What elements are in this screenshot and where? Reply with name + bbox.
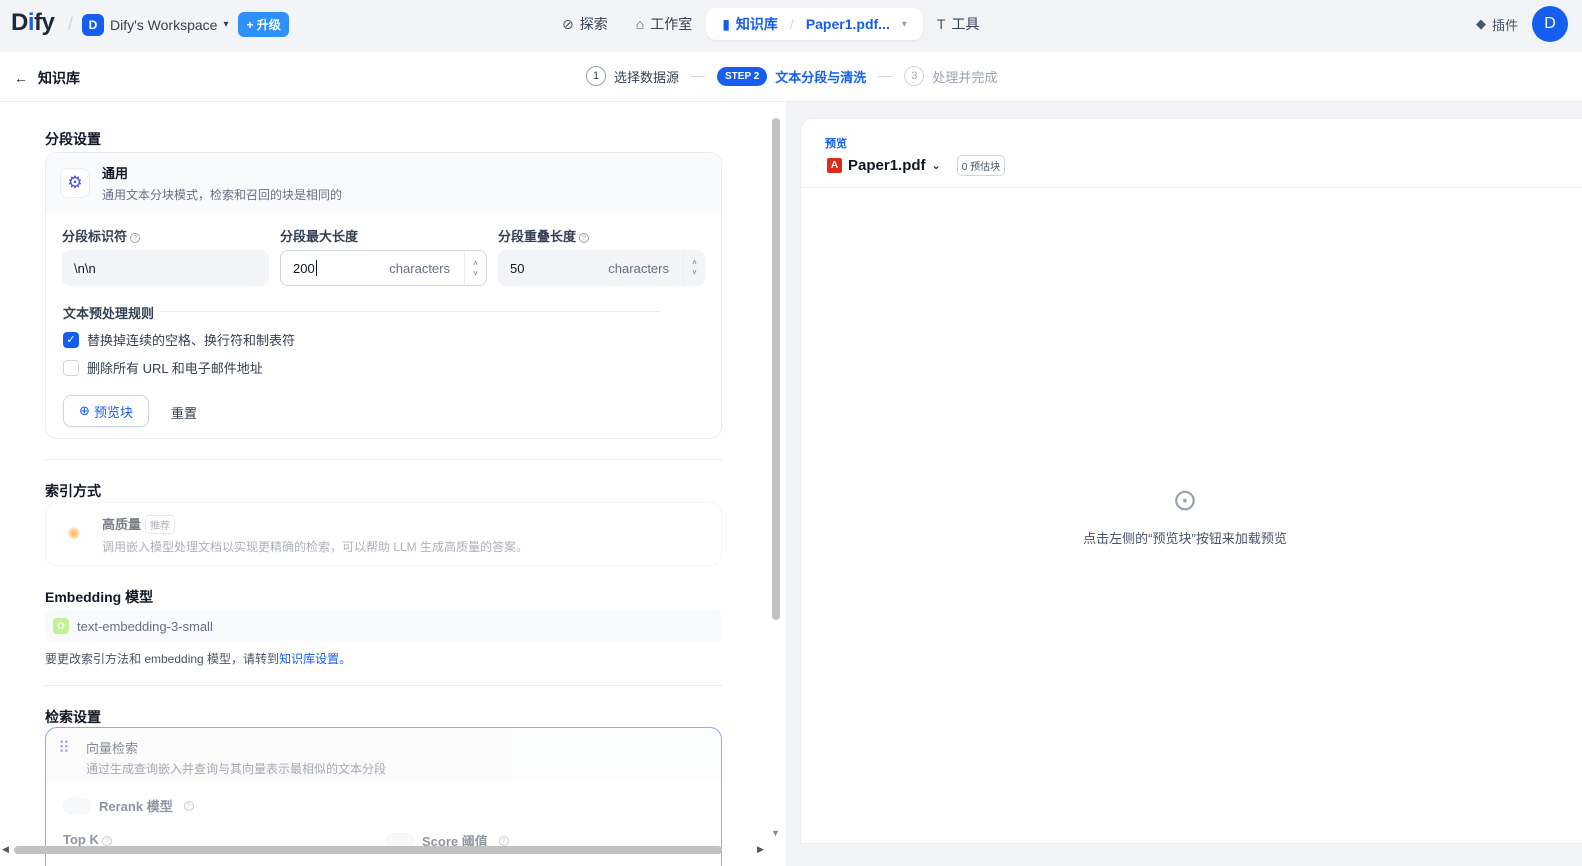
nav-knowledge[interactable]: ▮ 知识库 / Paper1.pdf... ▾ [706,8,923,40]
index-method-title: 索引方式 [45,483,101,499]
chevron-up-icon[interactable]: ˄ [692,258,697,268]
arrow-left-icon: ← [14,70,28,86]
sub-header: ← 知识库 1 选择数据源 STEP 2 文本分段与清洗 3 处理并完成 [0,52,1582,102]
orange-star-icon: ✺ [60,520,88,548]
rerank-row: Rerank 模型? [63,796,194,815]
nav-doc-name[interactable]: Paper1.pdf... [806,16,890,32]
vector-search-title: 向量检索 [86,741,139,756]
cube-icon: ◆ [1475,16,1486,31]
embedding-note: 要更改索引方法和 embedding 模型，请转到知识库设置。 [45,652,352,666]
workspace-name: Dify's Workspace [110,16,218,33]
horizontal-scrollbar[interactable] [14,846,722,854]
preview-empty-state: ⊙ 点击左侧的“预览块”按钮来加载预览 [801,483,1569,547]
scroll-down-arrow[interactable]: ▼ [771,828,780,838]
unit-label: characters [608,260,669,276]
upgrade-button[interactable]: + 升级 [238,12,289,37]
vector-search-description: 通过生成查询嵌入并查询与其向量表示最相似的文本分段 [86,762,387,776]
chevron-down-icon[interactable]: ▾ [902,19,907,30]
scroll-left-arrow[interactable]: ◀ [2,844,9,855]
embedding-model-select[interactable]: ✿ text-embedding-3-small [45,610,722,642]
general-mode-header[interactable]: ⚙ 通用 通用文本分块模式，检索和召回的块是相同的 [46,153,721,213]
grid-icon: ⠿ [58,740,70,757]
book-icon: ▮ [722,15,730,32]
preprocess-rules-title: 文本预处理规则 [63,306,155,321]
chevron-down-icon: ⌄ [931,160,941,172]
step-2-label: 文本分段与清洗 [775,69,867,85]
hammer-icon: T [936,16,946,32]
chevron-down-icon: ▾ [223,19,229,30]
robot-icon: ⌂ [635,16,645,32]
chevron-down-icon[interactable]: ˅ [692,268,697,278]
nav-tools[interactable]: T 工具 [923,8,994,40]
hq-title: 高质量 [102,516,142,532]
stepper: 1 选择数据源 STEP 2 文本分段与清洗 3 处理并完成 [586,66,997,86]
reset-button[interactable]: 重置 [171,403,197,422]
checkbox-checked[interactable]: ✓ [63,331,79,348]
help-icon[interactable]: ? [130,232,141,243]
step-1-label: 选择数据源 [614,69,680,85]
pdf-icon: A [827,158,842,173]
nav-explore[interactable]: ⊘ 探索 [548,8,622,40]
retrieval-settings-title: 检索设置 [45,709,101,725]
nav-studio[interactable]: ⌂ 工作室 [622,8,706,40]
chunk-count-badge: 0 预估块 [956,155,1006,176]
main-nav: ⊘ 探索 ⌂ 工作室 ▮ 知识库 / Paper1.pdf... ▾ T 工具 [548,8,993,40]
chevron-up-icon[interactable]: ˄ [473,259,478,269]
plugins-button[interactable]: ◆ 插件 [1476,15,1518,34]
preview-panel: 预览 A Paper1.pdf ⌄ 0 预估块 ⊙ 点击左侧的“预览块”按钮来加… [800,118,1582,844]
chevron-down-icon[interactable]: ˅ [473,269,478,279]
chunk-settings-title: 分段设置 [45,131,101,147]
top-bar: Dify / D Dify's Workspace ▾ + 升级 ⊘ 探索 ⌂ 工作… [0,0,1582,52]
openai-icon: ✿ [53,618,69,634]
back-button[interactable]: ← 知识库 [14,68,80,88]
rule-replace-spaces[interactable]: ✓ 替换掉连续的空格、换行符和制表符 [63,330,295,349]
max-length-input[interactable]: 200 characters ˄ ˅ [280,250,487,287]
vertical-scrollbar[interactable] [772,118,780,620]
top-right: ◆ 插件 D [1476,6,1568,42]
gear-icon: ⚙ [60,168,90,198]
help-icon[interactable]: ? [498,835,509,846]
workspace-avatar: D [82,13,104,36]
help-icon[interactable]: ? [183,800,194,811]
mode-description: 通用文本分块模式，检索和召回的块是相同的 [102,188,343,202]
scroll-right-arrow[interactable]: ▶ [757,844,764,855]
recommended-tag: 推荐 [145,514,176,534]
hq-description: 调用嵌入模型处理文档以实现更精确的检索，可以帮助 LLM 生成高质量的答案。 [102,539,529,554]
overlap-input[interactable]: 50 characters ˄ ˅ [498,250,705,286]
step-3-label: 处理并完成 [932,69,998,85]
preview-chunks-button[interactable]: ⊕ 预览块 [63,395,149,427]
preview-file-select[interactable]: A Paper1.pdf ⌄ 0 预估块 [827,155,1006,176]
dify-logo[interactable]: Dify [11,9,55,37]
search-icon: ⊙ [1172,484,1198,517]
rerank-toggle[interactable] [63,797,91,814]
settings-panel: 分段设置 ⚙ 通用 通用文本分块模式，检索和召回的块是相同的 分段标识符? 分段… [0,102,786,866]
general-chunk-card: ⚙ 通用 通用文本分块模式，检索和召回的块是相同的 分段标识符? 分段最大长度 … [45,152,722,439]
compass-icon: ⊘ [562,15,574,32]
overlap-label: 分段重叠长度? [498,226,590,245]
delimiter-input[interactable]: \n\n [62,250,269,286]
max-length-label: 分段最大长度 [280,229,359,244]
number-stepper[interactable]: ˄ ˅ [683,250,705,286]
delimiter-label: 分段标识符? [62,226,141,245]
preview-empty-message: 点击左侧的“预览块”按钮来加载预览 [1083,531,1287,546]
workspace-switcher[interactable]: D Dify's Workspace ▾ + 升级 [82,12,289,37]
top-k-label: Top K? [63,832,112,847]
preview-label: 预览 [825,138,847,150]
help-icon[interactable]: ? [579,232,590,243]
rule-remove-urls[interactable]: 删除所有 URL 和电子邮件地址 [63,358,263,377]
step-3-number: 3 [904,66,925,86]
high-quality-option[interactable]: ✺ 高质量 推荐 调用嵌入模型处理文档以实现更精确的检索，可以帮助 LLM 生成高… [45,502,722,566]
step-1-number: 1 [586,66,606,86]
search-icon: ⊕ [79,403,90,418]
user-avatar[interactable]: D [1532,6,1568,42]
embedding-title: Embedding 模型 [45,589,154,605]
checkbox-unchecked[interactable] [63,359,79,376]
unit-label: characters [389,260,450,276]
divider-slash: / [68,14,74,34]
knowledge-settings-link[interactable]: 知识库设置。 [279,652,351,666]
help-icon[interactable]: ? [101,835,112,846]
step-2-badge: STEP 2 [717,66,768,86]
number-stepper[interactable]: ˄ ˅ [464,251,486,287]
mode-title: 通用 [102,166,129,181]
